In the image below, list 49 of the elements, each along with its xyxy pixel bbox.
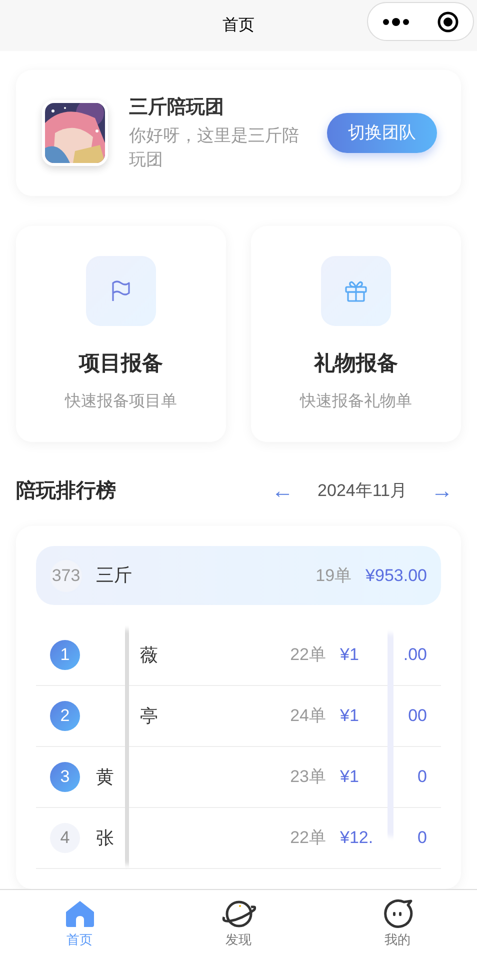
player-name: 黄 bbox=[96, 766, 114, 788]
action-title: 礼物报备 bbox=[314, 351, 398, 377]
player-name: 亭 bbox=[140, 704, 158, 728]
action-subtitle: 快速报备项目单 bbox=[65, 392, 177, 412]
flag-icon bbox=[111, 280, 131, 302]
capsule-menu[interactable] bbox=[367, 2, 474, 41]
tab-item[interactable]: 我的 bbox=[318, 890, 477, 967]
page-title: 首页 bbox=[222, 16, 254, 36]
rank-badge: 3 bbox=[50, 762, 80, 792]
rank-badge: 2 bbox=[50, 701, 80, 731]
rank-badge: 1 bbox=[50, 640, 80, 670]
next-month-button[interactable]: → bbox=[427, 474, 457, 507]
order-count: 24单 bbox=[290, 705, 326, 728]
amount-text: ¥1 bbox=[340, 644, 359, 666]
section-title: 陪玩排行榜 bbox=[16, 478, 117, 504]
gift-icon bbox=[344, 279, 368, 303]
greeting-text: 你好呀，这里是三斤陪玩团 bbox=[129, 125, 300, 172]
more-icon[interactable] bbox=[382, 16, 410, 26]
amount-text: .00 bbox=[403, 644, 427, 666]
tab-item[interactable]: 首页 bbox=[0, 890, 159, 967]
month-label: 2024年11月 bbox=[318, 480, 407, 502]
order-count: 23单 bbox=[290, 766, 326, 788]
action-subtitle: 快速报备礼物单 bbox=[300, 392, 412, 412]
amount-text: ¥1 bbox=[340, 705, 359, 728]
face-icon bbox=[382, 899, 414, 929]
amount-text: ¥953.00 bbox=[366, 564, 427, 587]
player-name: 薇 bbox=[140, 644, 158, 666]
order-count: 22单 bbox=[290, 644, 326, 666]
order-count: 19单 bbox=[316, 564, 352, 587]
tab-item[interactable]: 发现 bbox=[159, 890, 318, 967]
amount-text: ¥12. bbox=[340, 827, 374, 850]
order-count: 22单 bbox=[290, 827, 326, 850]
player-name: 张 bbox=[96, 826, 114, 850]
planet-icon bbox=[222, 899, 256, 929]
rank-number: 373 bbox=[50, 560, 82, 592]
action-card[interactable]: 项目报备 快速报备项目单 bbox=[16, 226, 226, 442]
rank-badge: 4 bbox=[50, 823, 80, 853]
action-card[interactable]: 礼物报备 快速报备礼物单 bbox=[251, 226, 461, 442]
amount-text: ¥1 bbox=[340, 766, 359, 788]
amount-text: 0 bbox=[418, 827, 427, 850]
previous-month-button[interactable]: ← bbox=[268, 474, 298, 507]
action-title: 项目报备 bbox=[79, 351, 163, 377]
amount-text: 00 bbox=[408, 705, 427, 728]
target-icon[interactable] bbox=[437, 10, 460, 32]
home-icon bbox=[64, 900, 94, 928]
team-name: 三斤陪玩团 bbox=[129, 96, 225, 120]
player-name: 三斤 bbox=[96, 564, 133, 587]
switch-team-button[interactable]: 切换团队 bbox=[327, 113, 437, 153]
amount-text: 0 bbox=[418, 766, 427, 788]
